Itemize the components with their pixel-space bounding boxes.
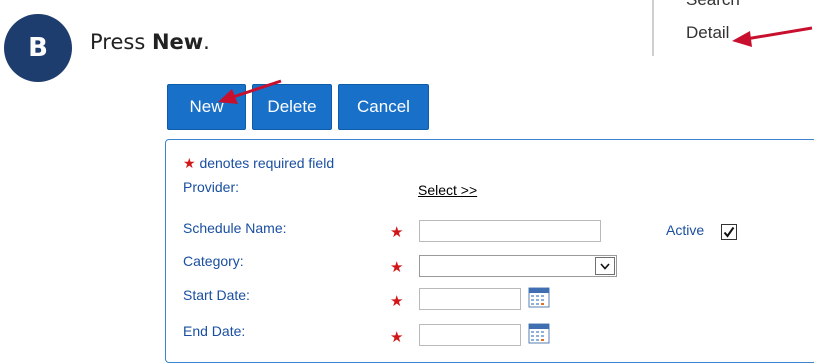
required-star-icon: ★ — [183, 155, 196, 171]
cancel-button[interactable]: Cancel — [338, 84, 429, 130]
start-date-input[interactable] — [419, 288, 521, 310]
start-date-required-icon: ★ — [390, 293, 404, 310]
category-label: Category: — [183, 253, 244, 269]
end-date-input[interactable] — [419, 324, 521, 346]
step-badge: B — [4, 14, 72, 82]
step-text-suffix: . — [203, 30, 210, 54]
step-text-prefix: Press — [90, 30, 152, 54]
schedule-name-label: Schedule Name: — [183, 220, 287, 236]
schedule-form: ★ denotes required field Provider: Selec… — [165, 139, 814, 363]
category-required-icon: ★ — [390, 259, 404, 276]
nav-item-detail[interactable]: Detail — [686, 23, 729, 43]
calendar-icon[interactable] — [528, 286, 550, 308]
new-button[interactable]: New — [167, 84, 246, 130]
nav-item-search[interactable]: Search — [686, 0, 740, 10]
calendar-icon[interactable] — [528, 322, 550, 344]
active-label: Active — [666, 222, 705, 238]
chevron-down-icon[interactable] — [595, 257, 615, 275]
provider-select-link[interactable]: Select >> — [418, 182, 477, 198]
step-instruction: Press New. — [90, 30, 210, 54]
active-checkbox[interactable] — [721, 224, 737, 240]
step-text-bold: New — [151, 30, 204, 54]
category-select[interactable] — [419, 255, 617, 277]
nav-snippet: Search Detail — [652, 0, 814, 56]
required-field-note: ★ denotes required field — [183, 155, 334, 172]
provider-label: Provider: — [183, 179, 240, 195]
start-date-label: Start Date: — [183, 287, 250, 303]
required-note-text: denotes required field — [199, 155, 335, 171]
schedule-name-required-icon: ★ — [390, 224, 404, 241]
schedule-name-input[interactable] — [419, 220, 601, 242]
delete-button[interactable]: Delete — [252, 84, 332, 130]
checkmark-icon — [723, 226, 735, 238]
end-date-required-icon: ★ — [390, 329, 404, 346]
end-date-label: End Date: — [183, 323, 246, 339]
